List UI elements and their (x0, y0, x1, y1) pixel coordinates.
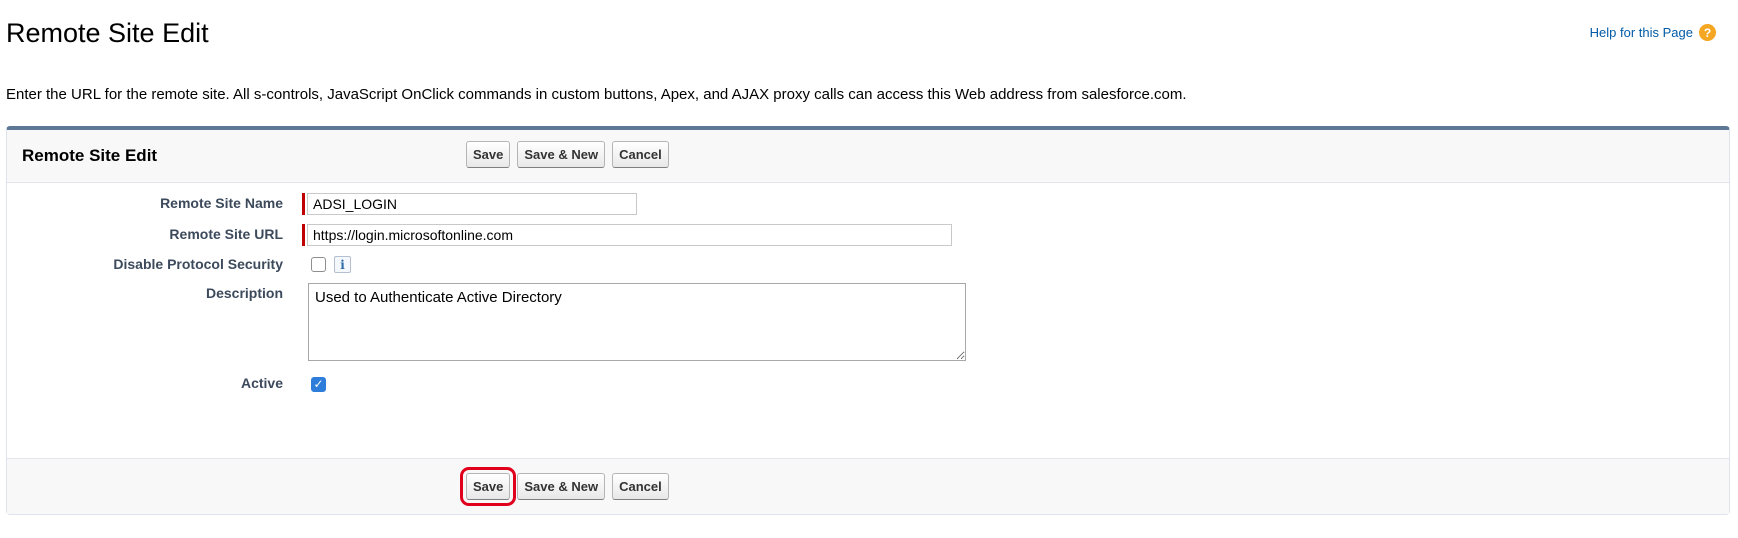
cancel-button[interactable]: Cancel (612, 141, 669, 168)
info-icon[interactable]: i (334, 256, 351, 273)
panel-header: Remote Site Edit Save Save & New Cancel (7, 130, 1729, 183)
required-marker (302, 193, 305, 215)
remote-site-name-label: Remote Site Name (160, 195, 283, 211)
save-button[interactable]: Save (466, 141, 511, 168)
page-title: Remote Site Edit (6, 18, 209, 48)
remote-site-name-input[interactable] (307, 193, 637, 215)
panel-footer: Save Save & New Cancel (7, 458, 1729, 514)
remote-site-edit-panel: Remote Site Edit Save Save & New Cancel … (6, 126, 1730, 515)
remote-site-url-input[interactable] (307, 224, 952, 246)
page-intro: Enter the URL for the remote site. All s… (6, 86, 1187, 103)
description-textarea[interactable]: Used to Authenticate Active Directory (308, 283, 966, 361)
active-checkbox[interactable]: ✓ (311, 377, 326, 392)
form-body: Remote Site Name Remote Site URL Disable… (7, 183, 1729, 460)
description-label: Description (205, 285, 283, 301)
required-marker (302, 224, 305, 246)
save-button[interactable]: Save (459, 467, 517, 506)
panel-title: Remote Site Edit (22, 146, 158, 165)
help-link-label: Help for this Page (1589, 25, 1693, 40)
disable-protocol-security-label: Disable Protocol Security (113, 256, 283, 272)
save-and-new-button[interactable]: Save & New (517, 473, 606, 500)
remote-site-url-label: Remote Site URL (169, 226, 283, 242)
help-link[interactable]: Help for this Page ? (1590, 24, 1716, 41)
active-label: Active (240, 375, 283, 391)
disable-protocol-security-checkbox[interactable] (311, 257, 326, 272)
bottom-button-group: Save Save & New Cancel (459, 467, 669, 506)
save-and-new-button[interactable]: Save & New (517, 141, 606, 168)
question-mark-icon: ? (1699, 24, 1716, 41)
top-button-group: Save Save & New Cancel (466, 141, 669, 168)
cancel-button[interactable]: Cancel (612, 473, 669, 500)
